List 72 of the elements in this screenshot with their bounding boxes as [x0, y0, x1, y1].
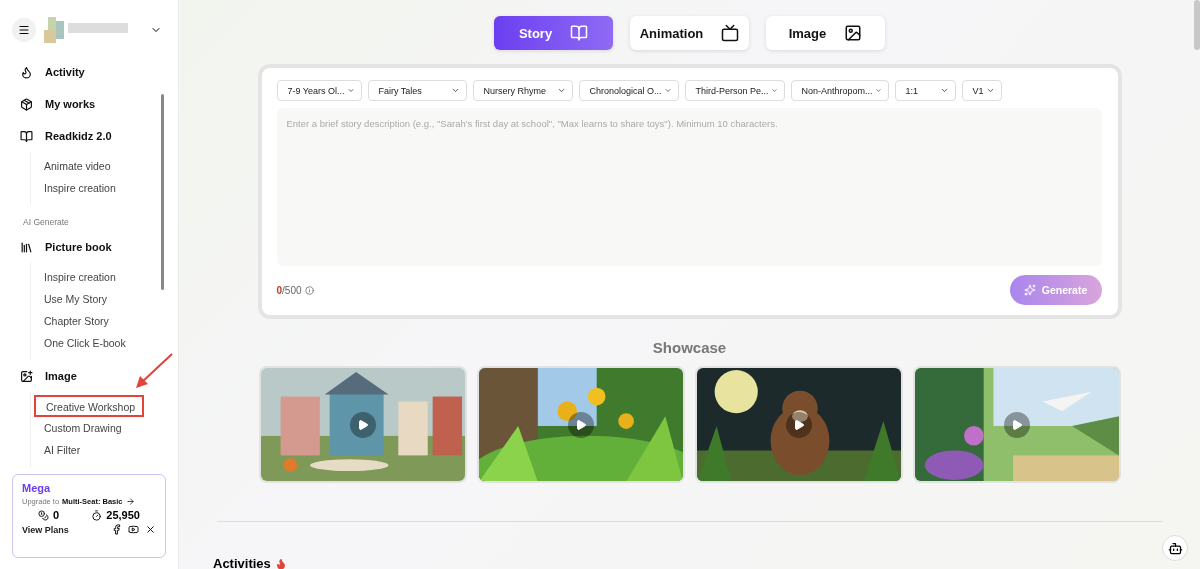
chevron-down-icon	[985, 86, 995, 95]
nav-subitem[interactable]: AI Filter	[31, 439, 162, 461]
robot-icon	[1167, 540, 1183, 556]
chevron-down-icon	[450, 86, 460, 95]
play-button[interactable]	[567, 411, 594, 438]
story-input-field[interactable]: Enter a brief story description (e.g., "Sarah's first day at school", "Max learns to share toys"). Minimum 10 characters.	[276, 108, 1102, 266]
arrow-right-icon	[125, 497, 135, 506]
nav-subitem[interactable]: Inspire creation	[31, 266, 162, 288]
mode-tab[interactable]: Image	[766, 16, 885, 50]
image-icon	[20, 369, 33, 383]
nav-subitem[interactable]: Chapter Story	[31, 310, 162, 332]
section-heading: AI Generate	[23, 217, 70, 227]
chevron-down-icon	[874, 86, 882, 95]
nav-item[interactable]: Picture book	[20, 231, 162, 263]
image-icon	[844, 24, 863, 42]
nav-subitem[interactable]: Animate video	[31, 155, 162, 177]
x-icon[interactable]	[145, 524, 156, 535]
scrollbar-thumb[interactable]	[1194, 0, 1200, 50]
chevron-down-icon	[663, 86, 672, 95]
nav-item[interactable]: Activity	[20, 56, 162, 88]
scrollbar-thumb[interactable]	[161, 94, 164, 290]
section-title: Activities	[213, 556, 287, 569]
play-icon	[356, 418, 369, 431]
option-dropdown[interactable]: Nursery Rhyme	[472, 80, 573, 101]
credit-balance: 25,950	[91, 509, 140, 521]
facebook-icon[interactable]	[111, 524, 122, 535]
mode-tab[interactable]: Story	[494, 16, 613, 50]
nav-subitem[interactable]: One Click E-book	[31, 332, 162, 354]
info-icon[interactable]	[304, 285, 314, 295]
sparkles-icon	[1023, 284, 1036, 296]
play-button[interactable]	[349, 411, 376, 438]
flame-icon	[274, 557, 287, 569]
mode-tab[interactable]: Animation	[630, 16, 749, 50]
chatbot-button[interactable]	[1162, 535, 1188, 561]
box-icon	[20, 97, 33, 111]
view-plans-link[interactable]: View Plans	[22, 524, 69, 535]
option-dropdown[interactable]: V1	[961, 80, 1002, 101]
nav-item[interactable]: Image	[20, 360, 162, 392]
chevron-down-icon	[770, 86, 778, 95]
play-icon	[792, 418, 805, 431]
menu-button[interactable]	[12, 18, 36, 42]
books-icon	[20, 240, 33, 254]
timer-icon	[91, 509, 103, 521]
nav-subitem[interactable]: Use My Story	[31, 288, 162, 310]
chevron-down-icon	[556, 86, 566, 95]
play-icon	[1010, 418, 1023, 431]
option-dropdown[interactable]: Non-Anthropom...	[790, 80, 889, 101]
option-dropdown[interactable]: Third-Person Pe...	[684, 80, 785, 101]
nav-item[interactable]: Readkidz 2.0	[20, 120, 162, 152]
tv-play-icon	[721, 24, 740, 42]
play-button[interactable]	[785, 411, 812, 438]
nav-subitem[interactable]: Custom Drawing	[31, 417, 162, 439]
plan-name: Mega	[22, 482, 52, 494]
flame-icon	[20, 65, 33, 79]
option-dropdown[interactable]: 1:1	[894, 80, 956, 101]
section-title: Showcase	[652, 339, 727, 356]
option-dropdown[interactable]: Fairy Tales	[367, 80, 467, 101]
nav-subitem[interactable]: Inspire creation	[31, 177, 162, 199]
chevron-down-icon	[346, 86, 355, 95]
coins-icon	[38, 509, 50, 521]
highlighted-nav-subitem[interactable]: Creative Workshop	[34, 395, 144, 417]
option-dropdown[interactable]: Chronological O...	[578, 80, 679, 101]
book-icon	[20, 129, 33, 143]
option-dropdown[interactable]: 7-9 Years Ol...	[276, 80, 362, 101]
youtube-icon[interactable]	[128, 524, 139, 535]
coin-balance: 0	[38, 509, 60, 521]
character-counter: 0/500	[276, 284, 314, 296]
play-icon	[574, 418, 587, 431]
nav-item[interactable]: My works	[20, 88, 162, 120]
chevron-down-icon	[939, 86, 949, 95]
book-icon	[570, 24, 589, 42]
menu-icon	[18, 24, 30, 36]
